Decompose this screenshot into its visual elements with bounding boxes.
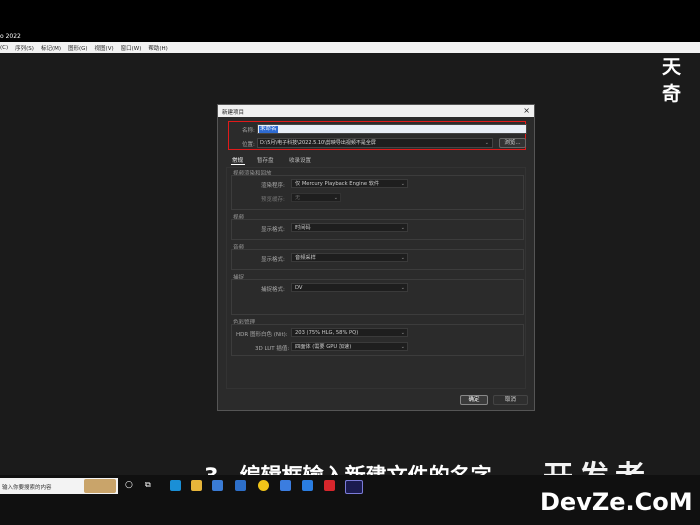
- lut-interp-label: 3D LUT 插值:: [255, 346, 290, 352]
- window-titlebar: [0, 0, 700, 42]
- name-label: 名称:: [242, 128, 255, 134]
- new-project-dialog: 新建项目 × 名称: 未命名 位置: D:\5月\电子科技\2022.5.10\…: [217, 104, 535, 411]
- watermark-english: DevZe.CoM: [540, 488, 693, 516]
- browse-button[interactable]: 浏览...: [499, 138, 526, 148]
- dialog-header: 新建项目 ×: [218, 105, 534, 117]
- chevron-down-icon: ⌄: [333, 195, 338, 201]
- location-value: D:\5月\电子科技\2022.5.10\剪映导出视频不是全屏: [260, 140, 376, 146]
- chevron-down-icon: ⌄: [400, 285, 405, 291]
- app-title: o 2022: [0, 33, 21, 40]
- menu-bar: (C) 序列(S) 标记(M) 图形(G) 视图(V) 窗口(W) 帮助(H): [0, 42, 700, 53]
- location-select[interactable]: D:\5月\电子科技\2022.5.10\剪映导出视频不是全屏 ⌄: [257, 138, 493, 148]
- capture-format-value: DV: [295, 285, 303, 291]
- pin-app-icon[interactable]: [302, 480, 313, 491]
- audio-display-value: 音频采样: [295, 255, 316, 261]
- video-display-value: 时间码: [295, 225, 311, 231]
- renderer-value: 仅 Mercury Playback Engine 软件: [295, 181, 380, 187]
- active-tab-underline: [231, 164, 245, 165]
- task-view-icon[interactable]: ⧉: [145, 480, 151, 490]
- cancel-button[interactable]: 取消: [493, 395, 528, 405]
- taskbar-search-box[interactable]: 输入你要搜索的内容: [0, 478, 118, 494]
- tab-general[interactable]: 常规: [232, 156, 243, 164]
- chevron-down-icon: ⌄: [400, 330, 405, 336]
- cortana-icon[interactable]: ○: [125, 480, 133, 490]
- tab-ingest-settings[interactable]: 收录设置: [289, 156, 311, 164]
- menu-item-view[interactable]: 视图(V): [95, 44, 114, 52]
- app-icon[interactable]: [280, 480, 291, 491]
- video-display-select[interactable]: 时间码 ⌄: [291, 223, 408, 232]
- file-explorer-icon[interactable]: [191, 480, 202, 491]
- chevron-down-icon: ⌄: [484, 140, 489, 146]
- menu-item-graphics[interactable]: 图形(G): [68, 44, 88, 52]
- dialog-title: 新建项目: [222, 110, 245, 116]
- browser-icon[interactable]: [258, 480, 269, 491]
- menu-item-markers[interactable]: 标记(M): [41, 44, 61, 52]
- hdr-white-value: 203 (75% HLG, 58% PQ): [295, 330, 359, 336]
- taskbar-search-placeholder: 输入你要搜索的内容: [2, 485, 52, 491]
- mail-icon[interactable]: [235, 480, 246, 491]
- premiere-pro-icon[interactable]: [345, 480, 363, 494]
- menu-item-sequence[interactable]: 序列(S): [15, 44, 34, 52]
- tab-scratch-disks[interactable]: 暂存盘: [257, 156, 274, 164]
- location-label: 位置:: [242, 142, 255, 148]
- capture-format-label: 捕捉格式:: [261, 287, 285, 293]
- video-display-label: 显示格式:: [261, 227, 285, 233]
- close-icon[interactable]: ×: [523, 106, 530, 115]
- store-icon[interactable]: [212, 480, 223, 491]
- lut-interp-value: 四面体 (需要 GPU 加速): [295, 344, 352, 350]
- brand-logo-text: 天奇: [662, 56, 683, 105]
- project-name-input[interactable]: 未命名: [257, 124, 527, 134]
- menu-item-window[interactable]: 窗口(W): [121, 44, 142, 52]
- preview-cache-select: 无 ⌄: [291, 193, 341, 202]
- renderer-select[interactable]: 仅 Mercury Playback Engine 软件 ⌄: [291, 179, 408, 188]
- chevron-down-icon: ⌄: [400, 255, 405, 261]
- capture-format-select[interactable]: DV ⌄: [291, 283, 408, 292]
- chevron-down-icon: ⌄: [400, 225, 405, 231]
- lut-interp-select[interactable]: 四面体 (需要 GPU 加速) ⌄: [291, 342, 408, 351]
- audio-display-select[interactable]: 音频采样 ⌄: [291, 253, 408, 262]
- menu-item-help[interactable]: 帮助(H): [148, 44, 167, 52]
- audio-display-label: 显示格式:: [261, 257, 285, 263]
- edge-icon[interactable]: [170, 480, 181, 491]
- ok-button[interactable]: 确定: [460, 395, 488, 405]
- hdr-white-select[interactable]: 203 (75% HLG, 58% PQ) ⌄: [291, 328, 408, 337]
- chevron-down-icon: ⌄: [400, 344, 405, 350]
- search-highlight-image: [84, 479, 116, 493]
- preview-cache-value: 无: [295, 195, 301, 201]
- name-input-selected-text: 未命名: [259, 126, 278, 133]
- hdr-white-label: HDR 图形白色 (Nit):: [236, 332, 288, 338]
- wps-icon[interactable]: [324, 480, 335, 491]
- renderer-label: 渲染程序:: [261, 183, 285, 189]
- chevron-down-icon: ⌄: [400, 181, 405, 187]
- preview-cache-label: 预览缓存:: [261, 197, 285, 203]
- menu-item-clip[interactable]: (C): [0, 45, 8, 51]
